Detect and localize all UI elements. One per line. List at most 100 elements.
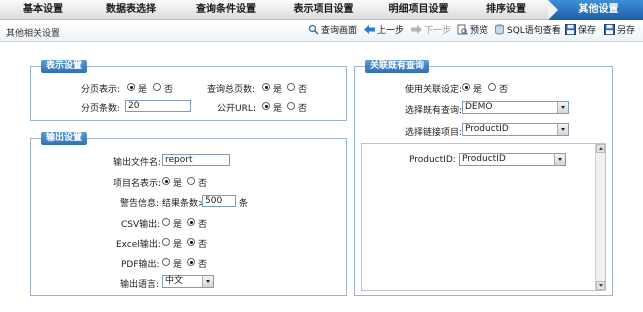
output-settings-title: 输出设置 xyxy=(41,132,88,145)
use-related-yes-label: 是 xyxy=(473,85,483,95)
scroll-down-icon[interactable] xyxy=(596,281,605,290)
public-url-label: 公开URL: xyxy=(217,104,256,114)
query-screen-label: 查询画面 xyxy=(321,26,358,36)
language-value: 中文 xyxy=(165,276,184,286)
scroll-up-icon[interactable] xyxy=(596,144,605,153)
paging-label: 分页表示: xyxy=(81,85,121,95)
chevron-down-icon xyxy=(202,276,213,287)
save-label: 保存 xyxy=(578,26,597,36)
mapping-label: ProductID: xyxy=(409,155,456,165)
next-step-label: 下一步 xyxy=(424,26,452,36)
csv-yes-radio[interactable] xyxy=(162,218,170,226)
select-query-dropdown[interactable]: DEMO xyxy=(462,101,569,114)
csv-no-label: 否 xyxy=(198,220,208,230)
csv-yes-label: 是 xyxy=(173,220,183,230)
vertical-scrollbar[interactable] xyxy=(595,144,605,290)
filename-input[interactable] xyxy=(162,154,230,166)
query-screen-button[interactable]: 查询画面 xyxy=(308,24,357,39)
save-as-label: 另存 xyxy=(617,26,636,36)
link-mapping-box[interactable]: ProductID: ProductID xyxy=(361,143,606,291)
warning-suffix: 条 xyxy=(239,199,249,209)
total-pages-yes-label: 是 xyxy=(273,85,283,95)
total-pages-no-radio[interactable] xyxy=(287,83,295,91)
pdf-yes-radio[interactable] xyxy=(162,258,170,266)
pdf-label: PDF输出: xyxy=(121,260,160,270)
save-as-button[interactable]: 另存 xyxy=(604,24,635,39)
tab-basic-settings[interactable]: 基本设置 xyxy=(0,0,86,20)
save-button[interactable]: 保存 xyxy=(565,24,596,39)
chevron-down-icon xyxy=(554,154,565,165)
pdf-yes-label: 是 xyxy=(173,260,183,270)
excel-label: Excel输出: xyxy=(116,240,161,250)
filename-label: 输出文件名: xyxy=(113,158,162,168)
pdf-no-label: 否 xyxy=(198,260,208,270)
chevron-down-icon xyxy=(557,124,568,135)
output-settings-panel: 输出设置 输出文件名: 项目名表示: 是 否 警告信息: 结果条数> 条 CSV… xyxy=(30,132,347,296)
mapping-value: ProductID xyxy=(462,154,506,164)
excel-yes-radio[interactable] xyxy=(162,238,170,246)
use-related-label: 使用关联设定: xyxy=(405,85,463,95)
excel-no-radio[interactable] xyxy=(187,238,195,246)
sql-view-button[interactable]: SQL语句查看 xyxy=(494,24,561,39)
preview-button[interactable]: 预览 xyxy=(457,24,488,39)
prev-step-button[interactable]: 上一步 xyxy=(364,24,404,39)
display-settings-panel: 表示设置 分页表示: 是 否 查询总页数: 是 否 分页条数: 公开URL: 是… xyxy=(30,60,347,121)
use-related-no-label: 否 xyxy=(499,85,509,95)
related-query-panel: 关联既有查询 使用关联设定: 是 否 选择既有查询: DEMO 选择链接项目: … xyxy=(354,60,613,296)
item-name-yes-label: 是 xyxy=(173,179,183,189)
mapping-dropdown[interactable]: ProductID xyxy=(459,153,566,166)
tab-query-conditions[interactable]: 查询条件设置 xyxy=(176,0,276,20)
save-as-icon xyxy=(604,24,615,35)
warning-count-input[interactable] xyxy=(202,195,236,207)
excel-yes-label: 是 xyxy=(173,240,183,250)
select-link-value: ProductID xyxy=(465,124,509,134)
sql-view-label: SQL语句查看 xyxy=(507,26,561,36)
excel-no-label: 否 xyxy=(198,240,208,250)
preview-label: 预览 xyxy=(470,26,489,36)
tab-arrow-icon xyxy=(548,0,558,20)
language-label: 输出语言: xyxy=(120,280,160,290)
warning-label: 警告信息: xyxy=(120,199,160,209)
arrow-right-icon xyxy=(411,25,422,34)
toolbar: 其他相关设置 查询画面 上一步 下一步 预览 SQL语句查看 保存 另存 xyxy=(0,21,643,42)
select-link-label: 选择链接项目: xyxy=(405,128,463,138)
use-related-yes-radio[interactable] xyxy=(462,83,470,91)
chevron-down-icon xyxy=(557,102,568,113)
item-name-no-label: 否 xyxy=(198,179,208,189)
total-pages-no-label: 否 xyxy=(298,85,308,95)
tab-sort-settings[interactable]: 排序设置 xyxy=(466,0,546,20)
select-query-value: DEMO xyxy=(465,102,493,112)
language-select[interactable]: 中文 xyxy=(162,275,214,288)
use-related-no-radio[interactable] xyxy=(488,83,496,91)
select-query-label: 选择既有查询: xyxy=(405,106,463,116)
tab-display-items[interactable]: 表示项目设置 xyxy=(276,0,371,20)
select-link-dropdown[interactable]: ProductID xyxy=(462,123,569,136)
public-url-no-radio[interactable] xyxy=(287,102,295,110)
section-title: 其他相关设置 xyxy=(6,29,61,39)
item-name-no-radio[interactable] xyxy=(187,177,195,185)
pdf-no-radio[interactable] xyxy=(187,258,195,266)
total-pages-yes-radio[interactable] xyxy=(262,83,270,91)
arrow-left-icon xyxy=(364,25,375,34)
page-size-input[interactable] xyxy=(125,100,191,112)
tab-bar: 基本设置 数据表选择 查询条件设置 表示项目设置 明细项目设置 排序设置 其他设… xyxy=(0,0,643,20)
paging-no-radio[interactable] xyxy=(153,83,161,91)
tab-table-selection[interactable]: 数据表选择 xyxy=(86,0,176,20)
csv-label: CSV输出: xyxy=(121,220,161,230)
database-icon xyxy=(495,24,504,35)
page-size-label: 分页条数: xyxy=(81,104,121,114)
total-pages-label: 查询总页数: xyxy=(207,85,256,95)
public-url-yes-label: 是 xyxy=(273,104,283,114)
display-settings-title: 表示设置 xyxy=(41,60,88,73)
warning-prefix: 结果条数> xyxy=(162,199,206,209)
magnifier-icon xyxy=(308,24,319,35)
public-url-yes-radio[interactable] xyxy=(262,102,270,110)
floppy-disk-icon xyxy=(565,24,576,35)
tab-other-settings[interactable]: 其他设置 xyxy=(548,0,643,20)
next-step-button[interactable]: 下一步 xyxy=(411,24,451,39)
tab-detail-items[interactable]: 明细项目设置 xyxy=(371,0,466,20)
item-name-yes-radio[interactable] xyxy=(162,177,170,185)
public-url-no-label: 否 xyxy=(298,104,308,114)
paging-yes-radio[interactable] xyxy=(127,83,135,91)
csv-no-radio[interactable] xyxy=(187,218,195,226)
